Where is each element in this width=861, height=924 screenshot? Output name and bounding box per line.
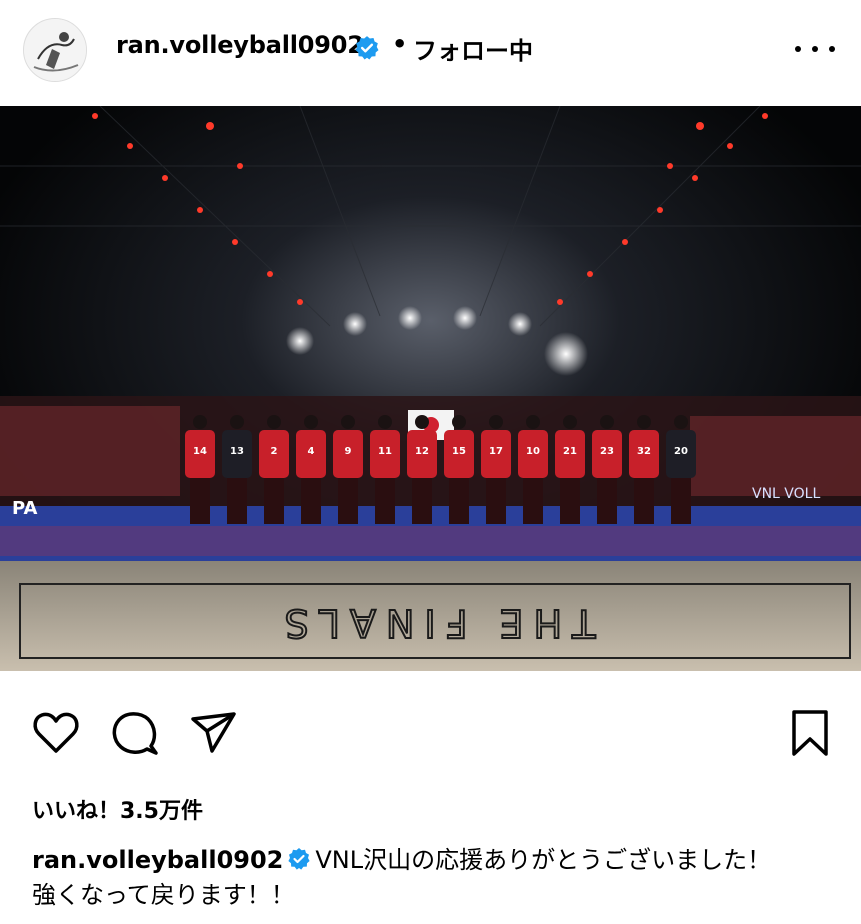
post-header: ran.volleyball0902 • フォロー中 xyxy=(0,0,861,106)
caption-verified-badge-icon xyxy=(288,848,310,870)
action-bar xyxy=(0,671,861,791)
jersey-number: 21 xyxy=(563,446,577,457)
like-heart-icon[interactable] xyxy=(32,711,80,755)
like-count[interactable]: いいね！3.5万件 xyxy=(32,793,203,825)
verified-badge-icon xyxy=(355,36,379,60)
banner-left-text: PA xyxy=(12,498,38,519)
caption-text: VNL沢山の応援ありがとうございました！ xyxy=(315,846,772,874)
jersey-number: 11 xyxy=(378,446,392,457)
jersey-number: 32 xyxy=(637,446,651,457)
more-options-icon[interactable] xyxy=(795,34,835,64)
court-text: THE FINALS xyxy=(275,601,597,645)
jersey-number: 20 xyxy=(674,446,688,457)
save-bookmark-icon[interactable] xyxy=(790,709,830,757)
jersey-number: 12 xyxy=(415,446,429,457)
caption-text-line2: 強くなって戻ります！！ xyxy=(32,881,295,909)
jersey-number: 17 xyxy=(489,446,503,457)
jersey-number: 9 xyxy=(345,446,352,457)
username-link[interactable]: ran.volleyball0902 xyxy=(116,31,364,59)
jersey-number: 23 xyxy=(600,446,614,457)
jersey-number: 13 xyxy=(230,446,244,457)
share-send-icon[interactable] xyxy=(190,711,238,755)
caption-username[interactable]: ran.volleyball0902 xyxy=(32,846,283,874)
jersey-number: 14 xyxy=(193,446,207,457)
comment-icon[interactable] xyxy=(110,709,160,759)
following-button[interactable]: フォロー中 xyxy=(413,31,533,66)
post-image[interactable]: THE FINALS PA VNL VOLL 14 13 2 4 9 11 12 15 17 10… xyxy=(0,106,861,671)
jersey-number: 4 xyxy=(308,446,315,457)
caption: ran.volleyball0902 VNL沢山の応援ありがとうございました！ … xyxy=(32,843,832,913)
jersey-number: 15 xyxy=(452,446,466,457)
avatar[interactable] xyxy=(23,18,87,82)
separator-dot: • xyxy=(392,30,408,58)
jersey-number: 10 xyxy=(526,446,540,457)
jersey-number: 2 xyxy=(271,446,278,457)
banner-right-text: VNL VOLL xyxy=(752,486,820,502)
